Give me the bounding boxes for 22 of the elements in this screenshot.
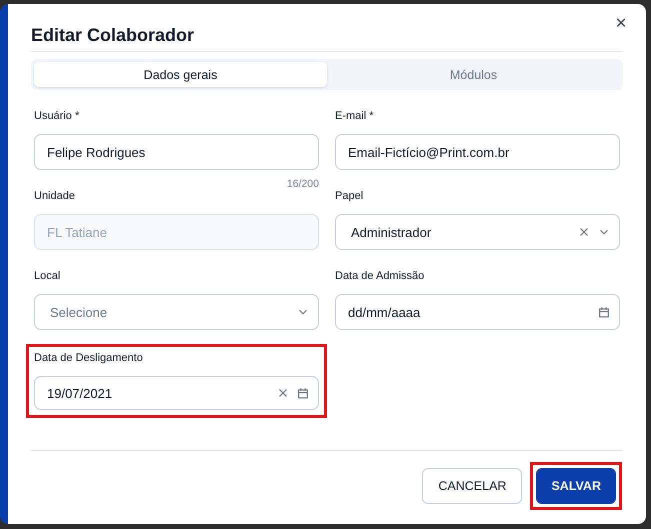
cancel-button[interactable]: CANCELAR xyxy=(422,468,522,504)
field-label: Papel xyxy=(335,190,364,203)
field-label: Data de Desligamento xyxy=(34,352,144,365)
date-field[interactable]: dd/mm/aaaa xyxy=(335,294,620,330)
field-label: Usuário * xyxy=(34,110,80,123)
calendar-icon[interactable] xyxy=(597,305,611,319)
close-button[interactable]: × xyxy=(612,13,630,35)
save-button[interactable]: SALVAR xyxy=(536,468,616,504)
tab[interactable]: Dados gerais xyxy=(34,62,327,87)
character-counter: 16/200 xyxy=(286,178,319,190)
field-label: Data de Admissão xyxy=(335,270,426,283)
date-field[interactable]: 19/07/2021 xyxy=(34,376,319,410)
select-field[interactable]: Administrador xyxy=(335,214,620,250)
input-field[interactable]: Email-Fictício@Print.com.br xyxy=(335,134,620,170)
field-label: Local xyxy=(34,270,62,283)
field-label: Unidade xyxy=(34,190,76,203)
dialog-title: Editar Colaborador xyxy=(31,25,194,46)
tab[interactable]: Módulos xyxy=(327,62,620,87)
select-field[interactable]: Selecione xyxy=(34,294,319,330)
input-field[interactable]: Felipe Rodrigues xyxy=(34,134,319,170)
calendar-icon[interactable] xyxy=(296,386,310,400)
field-label: E-mail * xyxy=(335,110,375,123)
